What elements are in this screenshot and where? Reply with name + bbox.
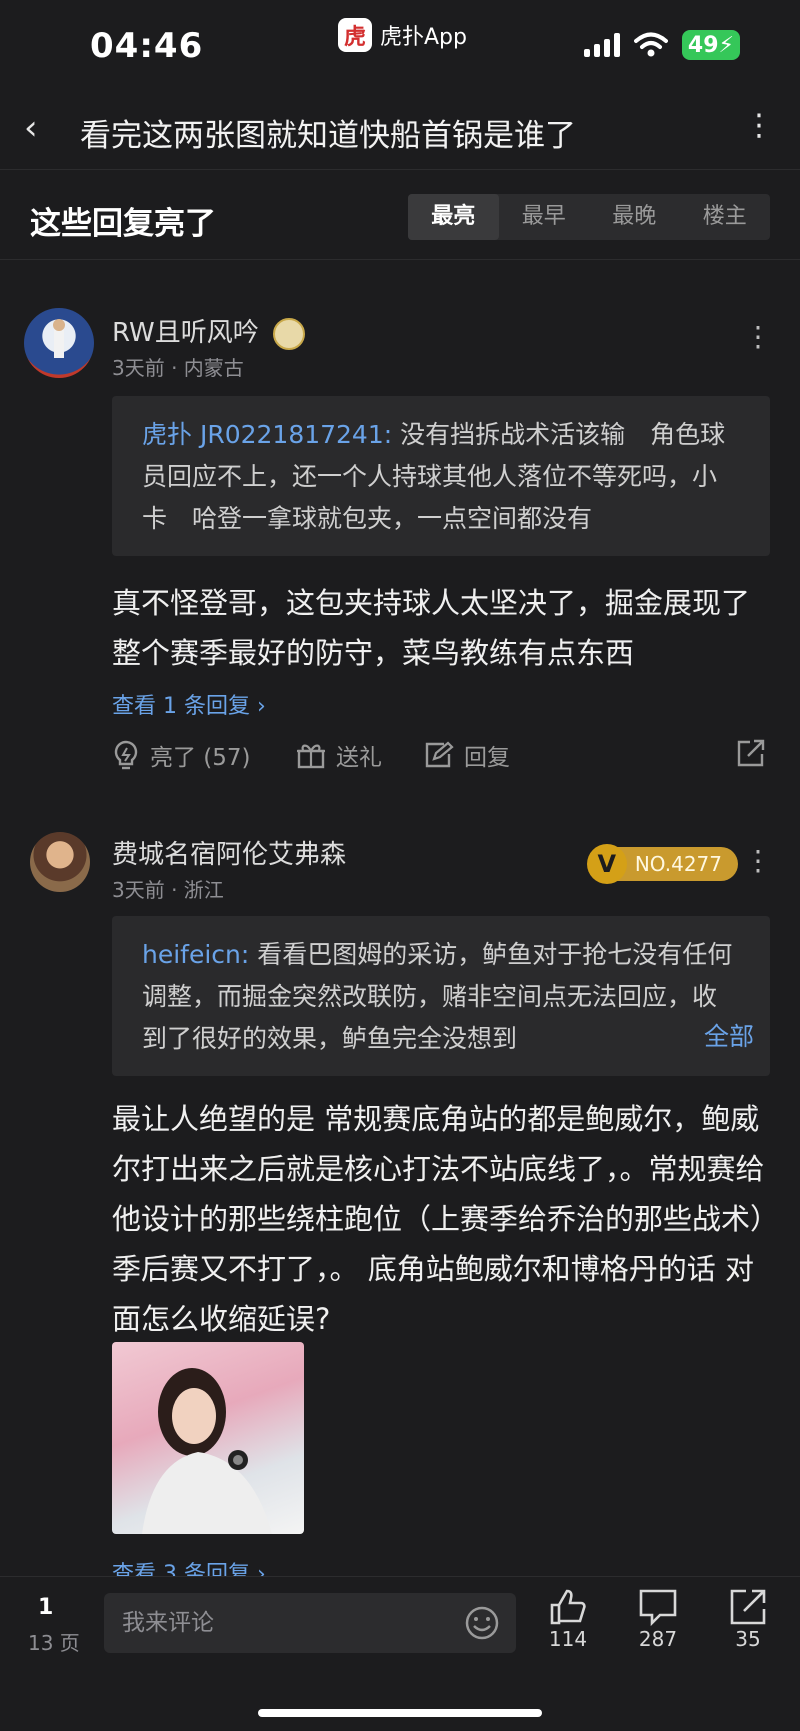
- comment-item: 费城名宿阿伦艾弗森 3天前 · 浙江 V NO.4277 ⋮ heifeicn:…: [0, 790, 800, 1587]
- comment-input-box[interactable]: [104, 1593, 516, 1653]
- tab-latest[interactable]: 最晚: [589, 194, 680, 240]
- clock: 04:46: [90, 26, 204, 66]
- home-indicator[interactable]: [258, 1709, 542, 1717]
- vip-icon: V: [586, 844, 627, 884]
- more-icon[interactable]: ⋮: [744, 844, 772, 877]
- thumbs-up-icon: [550, 1589, 586, 1625]
- avatar[interactable]: [24, 308, 94, 378]
- avatar[interactable]: [30, 832, 90, 892]
- lightbulb-icon: [114, 740, 138, 770]
- nav-bar: ‹ 看完这两张图就知道快船首锅是谁了 ⋮: [0, 90, 800, 170]
- sort-tabs: 最亮 最早 最晚 楼主: [408, 194, 770, 240]
- quoted-reply[interactable]: heifeicn: 看看巴图姆的采访，鲈鱼对于抢七没有任何调整，而掘金突然改联防…: [112, 916, 770, 1076]
- tab-brightest[interactable]: 最亮: [408, 194, 499, 240]
- member-number: NO.4277: [610, 847, 738, 881]
- thread-like-button[interactable]: 114: [528, 1587, 608, 1651]
- app-name: 虎扑App: [380, 25, 467, 50]
- quoted-reply[interactable]: 虎扑 JR0221817241: 没有挡拆战术活该输 角色球员回应不上，还一个人…: [112, 396, 770, 556]
- gift-button[interactable]: 送礼: [296, 738, 382, 772]
- expand-quote-link[interactable]: 全部: [695, 1016, 754, 1058]
- highlight-replies-header: 这些回复亮了 最亮 最早 最晚 楼主: [0, 170, 800, 260]
- app-indicator: 虎 虎扑App: [338, 18, 467, 52]
- emoji-icon[interactable]: [464, 1605, 500, 1641]
- comment-meta: 3天前 · 内蒙古: [112, 356, 244, 380]
- thread-title: 看完这两张图就知道快船首锅是谁了: [80, 118, 576, 154]
- thread-share-button[interactable]: 35: [708, 1587, 788, 1651]
- current-page[interactable]: 1: [38, 1595, 53, 1620]
- tab-earliest[interactable]: 最早: [499, 194, 590, 240]
- username[interactable]: 费城名宿阿伦艾弗森: [112, 834, 346, 871]
- comment-item: RW且听风吟 3天前 · 内蒙古 ⋮ 虎扑 JR0221817241: 没有挡拆…: [0, 260, 800, 790]
- comment-meta: 3天前 · 浙江: [112, 878, 224, 902]
- edit-icon: [425, 741, 454, 768]
- back-icon[interactable]: ‹: [24, 108, 38, 148]
- share-icon: [730, 1589, 766, 1625]
- share-icon: [737, 739, 765, 767]
- username[interactable]: RW且听风吟: [112, 312, 305, 350]
- more-icon[interactable]: ⋮: [744, 320, 772, 353]
- share-button[interactable]: [736, 738, 766, 768]
- comment-body: 最让人绝望的是 常规赛底角站的都是鲍威尔，鲍威尔打出来之后就是核心打法不站底线了…: [112, 1102, 765, 1336]
- comment-bubble-icon: [639, 1589, 677, 1627]
- comment-actions: 亮了 (57) 送礼 回复: [112, 738, 772, 778]
- hupu-logo-icon: 虎: [338, 18, 372, 52]
- level-badge-icon: [273, 317, 305, 350]
- comment-body: 真不怪登哥，这包夹持球人太坚决了，掘金展现了整个赛季最好的防守，菜鸟教练有点东西: [112, 586, 751, 670]
- like-button[interactable]: 亮了 (57): [112, 738, 251, 772]
- system-icons: 49 ⚡: [583, 30, 740, 60]
- member-badge[interactable]: V NO.4277: [586, 844, 738, 884]
- gift-icon: [297, 744, 325, 769]
- wifi-icon: [633, 32, 668, 57]
- more-menu-icon[interactable]: ⋮: [744, 108, 774, 143]
- reply-button[interactable]: 回复: [424, 738, 510, 772]
- status-bar: 04:46 虎 虎扑App 49 ⚡: [0, 0, 800, 90]
- comment-input[interactable]: [104, 1593, 424, 1653]
- tab-op[interactable]: 楼主: [680, 194, 771, 240]
- thread-comments-button[interactable]: 287: [618, 1587, 698, 1651]
- bottom-bar: 1 13 页 114 287 35: [0, 1576, 800, 1731]
- section-title: 这些回复亮了: [30, 206, 216, 242]
- total-pages[interactable]: 13 页: [28, 1627, 80, 1656]
- battery-icon: 49 ⚡: [681, 30, 740, 60]
- view-replies-link[interactable]: 查看 1 条回复 ›: [112, 688, 266, 720]
- quoted-user[interactable]: heifeicn:: [142, 940, 249, 969]
- signal-icon: [583, 33, 620, 57]
- quoted-user[interactable]: 虎扑 JR0221817241:: [142, 420, 392, 449]
- attached-image[interactable]: [112, 1342, 304, 1534]
